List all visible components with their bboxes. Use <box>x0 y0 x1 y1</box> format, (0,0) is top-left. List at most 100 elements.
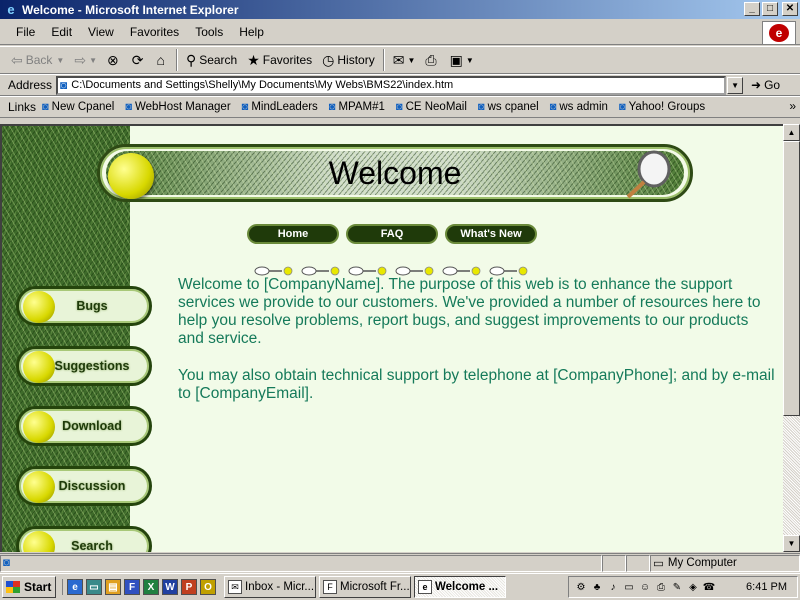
link-item[interactable]: ◙ CE NeoMail <box>396 101 467 113</box>
throbber-icon: e <box>769 24 789 42</box>
link-item[interactable]: ◙ ws cpanel <box>478 101 539 113</box>
side-search-button[interactable]: Search <box>16 526 152 552</box>
task-frontpage[interactable]: F Microsoft Fr... <box>319 576 411 598</box>
link-item[interactable]: ◙ ws admin <box>550 101 608 113</box>
menu-edit[interactable]: Edit <box>43 23 80 41</box>
window-controls: _ □ ✕ <box>744 2 798 16</box>
title-bar[interactable]: e Welcome - Microsoft Internet Explorer … <box>0 0 800 19</box>
search-button[interactable]: ⚲ Search <box>181 48 242 72</box>
status-cell <box>602 554 626 572</box>
favorites-button[interactable]: ★ Favorites <box>242 48 317 72</box>
task-inbox[interactable]: ✉ Inbox - Micr... <box>224 576 316 598</box>
edit-button[interactable]: ▣ ▼ <box>445 48 479 72</box>
tray-messenger-icon[interactable]: ☺ <box>639 581 651 593</box>
forward-button[interactable]: ⇨ ▼ <box>69 48 102 72</box>
side-bugs-button[interactable]: Bugs <box>16 286 152 326</box>
address-input[interactable]: ◙ C:\Documents and Settings\Shelly\My Do… <box>56 75 727 95</box>
desktop-icon[interactable]: ▭ <box>86 579 102 595</box>
tray-sound-icon[interactable]: ♪ <box>607 581 619 593</box>
nav-whats-new-button[interactable]: What's New <box>445 224 537 244</box>
address-url: C:\Documents and Settings\Shelly\My Docu… <box>71 79 454 91</box>
search-icon: ⚲ <box>185 51 197 68</box>
folder-icon[interactable]: ▤ <box>105 579 121 595</box>
toolbar-separator <box>382 49 385 71</box>
refresh-button[interactable]: ⟳ <box>127 48 152 72</box>
back-dropdown-icon[interactable]: ▼ <box>56 56 64 65</box>
word-icon[interactable]: W <box>162 579 178 595</box>
excel-icon[interactable]: X <box>143 579 159 595</box>
link-item[interactable]: ◙ MindLeaders <box>242 101 318 113</box>
menu-tools[interactable]: Tools <box>187 23 231 41</box>
tray-antivirus-icon[interactable]: ♣ <box>591 581 603 593</box>
home-button[interactable]: ⌂ <box>151 48 172 72</box>
history-icon: ◷ <box>322 51 335 68</box>
intro-paragraph: Welcome to [CompanyName]. The purpose of… <box>178 276 761 347</box>
menu-file[interactable]: File <box>8 23 43 41</box>
minimize-button[interactable]: _ <box>744 2 760 16</box>
nav-home-button[interactable]: Home <box>247 224 339 244</box>
mail-dropdown-icon[interactable]: ▼ <box>407 56 415 65</box>
forward-dropdown-icon[interactable]: ▼ <box>89 56 97 65</box>
address-dropdown-button[interactable]: ▼ <box>727 76 744 94</box>
banner-title: Welcome <box>328 155 462 191</box>
window-title: Welcome - Microsoft Internet Explorer <box>22 2 239 17</box>
nav-faq-button[interactable]: FAQ <box>346 224 438 244</box>
history-button[interactable]: ◷ History <box>317 48 380 72</box>
throbber-logo: e <box>762 21 796 45</box>
home-icon: ⌂ <box>156 52 165 68</box>
status-zone: ▭ My Computer <box>650 554 800 572</box>
powerpoint-icon[interactable]: P <box>181 579 197 595</box>
link-page-icon: ◙ <box>328 101 336 113</box>
go-button[interactable]: ➜ Go <box>751 78 780 92</box>
scroll-thumb[interactable] <box>783 141 800 416</box>
outlook-icon[interactable]: O <box>200 579 216 595</box>
mail-button[interactable]: ✉ ▼ <box>388 48 421 72</box>
link-item[interactable]: ◙ New Cpanel <box>42 101 114 113</box>
task-welcome[interactable]: e Welcome ... <box>414 576 506 598</box>
maximize-button[interactable]: □ <box>762 2 778 16</box>
link-page-icon: ◙ <box>241 101 249 113</box>
link-item[interactable]: ◙ Yahoo! Groups <box>619 101 705 113</box>
side-discussion-button[interactable]: Discussion <box>16 466 152 506</box>
menu-bar: File Edit View Favorites Tools Help <box>0 19 800 45</box>
refresh-icon: ⟳ <box>131 51 144 68</box>
print-button[interactable]: ⎙ <box>420 48 444 72</box>
links-chevron-icon[interactable]: » <box>789 99 796 113</box>
link-item[interactable]: ◙ MPAM#1 <box>329 101 385 113</box>
tennis-racket-icon <box>626 150 671 199</box>
menu-view[interactable]: View <box>80 23 122 41</box>
scroll-down-button[interactable]: ▼ <box>783 535 800 552</box>
ie-task-icon: e <box>418 580 432 594</box>
tray-tool-icon[interactable]: ✎ <box>671 581 683 593</box>
menu-favorites[interactable]: Favorites <box>122 23 187 41</box>
tray-monitor-icon[interactable]: ▭ <box>623 581 635 593</box>
link-page-icon: ◙ <box>618 101 626 113</box>
tray-phone-icon[interactable]: ☎ <box>703 581 715 593</box>
start-button[interactable]: Start <box>2 576 56 598</box>
frontpage-icon[interactable]: F <box>124 579 140 595</box>
menu-help[interactable]: Help <box>231 23 272 41</box>
print-icon: ⎙ <box>425 51 437 68</box>
links-label[interactable]: Links <box>8 100 36 114</box>
edit-dropdown-icon[interactable]: ▼ <box>466 56 474 65</box>
close-button[interactable]: ✕ <box>782 2 798 16</box>
link-item[interactable]: ◙ WebHost Manager <box>125 101 230 113</box>
link-page-icon: ◙ <box>477 101 485 113</box>
ie-quicklaunch-icon[interactable]: e <box>67 579 83 595</box>
clock[interactable]: 6:41 PM <box>746 581 787 593</box>
tray-network-icon[interactable]: ⚙ <box>575 581 587 593</box>
side-download-button[interactable]: Download <box>16 406 152 446</box>
address-bar: Address ◙ C:\Documents and Settings\Shel… <box>0 74 800 96</box>
tray-printer-icon[interactable]: ⎙ <box>655 581 667 593</box>
scroll-up-button[interactable]: ▲ <box>783 124 800 141</box>
favorites-icon: ★ <box>247 51 260 68</box>
tray-shield-icon[interactable]: ◈ <box>687 581 699 593</box>
stop-button[interactable]: ⊗ <box>102 48 127 72</box>
computer-icon: ▭ <box>653 558 664 570</box>
vertical-scrollbar[interactable]: ▲ ▼ <box>783 124 800 552</box>
status-main: ◙ <box>0 554 602 572</box>
ie-icon: e <box>7 1 15 17</box>
side-suggestions-button[interactable]: Suggestions <box>16 346 152 386</box>
link-page-icon: ◙ <box>395 101 403 113</box>
back-button[interactable]: ⇦ Back ▼ <box>6 48 69 72</box>
